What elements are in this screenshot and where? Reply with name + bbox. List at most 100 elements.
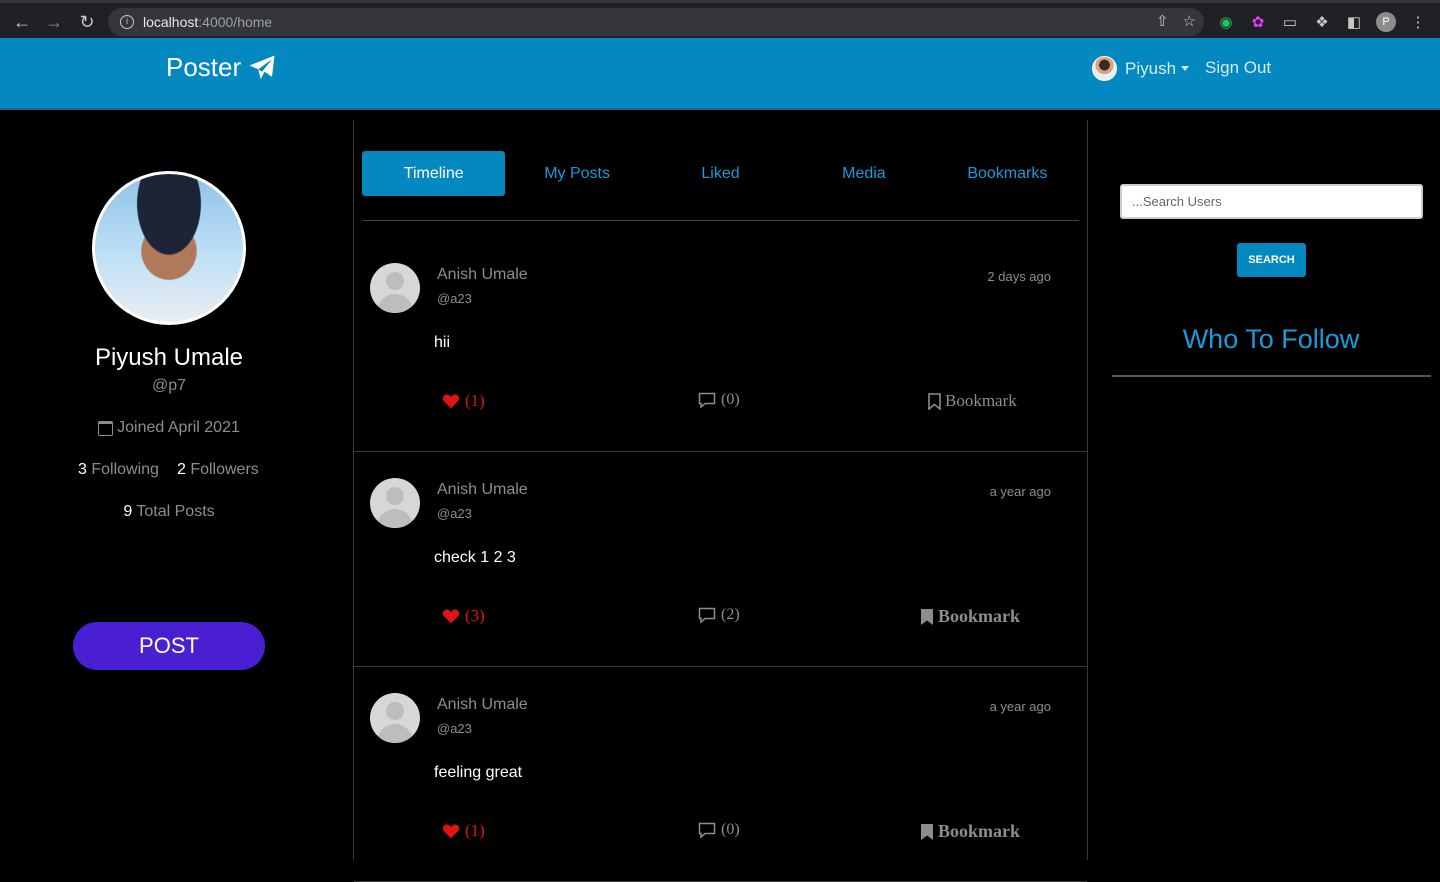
- post-handle: @a23: [437, 721, 472, 736]
- post-actions: (1) (0) Bookmark: [354, 391, 1087, 421]
- back-arrow-icon[interactable]: ←: [11, 11, 33, 33]
- forward-arrow-icon[interactable]: →: [43, 11, 65, 33]
- bookmark-outline-icon: [928, 392, 941, 410]
- like-button[interactable]: (1): [442, 391, 485, 411]
- author-avatar[interactable]: [370, 478, 420, 528]
- share-icon[interactable]: ⇧: [1156, 12, 1169, 30]
- followers-label: Followers: [190, 461, 259, 478]
- user-dropdown[interactable]: Piyush: [1092, 56, 1190, 81]
- post-content: hii: [434, 334, 451, 351]
- comment-icon: [698, 607, 716, 624]
- address-bar[interactable]: i localhost:4000/home ⇧ ☆: [108, 8, 1204, 36]
- reload-icon[interactable]: ↻: [76, 11, 98, 33]
- post-author[interactable]: Anish Umale: [437, 266, 528, 284]
- follow-stats: 3 Following 2 Followers: [78, 461, 259, 479]
- post-content: feeling great: [434, 764, 523, 781]
- feed-tabs: Timeline My Posts Liked Media Bookmarks: [362, 151, 1079, 196]
- extension-target-icon[interactable]: ◉: [1216, 12, 1236, 32]
- like-count: (1): [465, 391, 485, 410]
- post-time: 2 days ago: [987, 269, 1051, 284]
- caret-down-icon: [1181, 66, 1190, 71]
- search-button[interactable]: SEARCH: [1237, 243, 1306, 277]
- extension-cast-icon[interactable]: ▭: [1280, 12, 1300, 32]
- like-count: (3): [465, 606, 485, 625]
- tab-media[interactable]: Media: [792, 151, 935, 196]
- post-time: a year ago: [989, 484, 1051, 499]
- following-stat[interactable]: 3 Following: [78, 461, 159, 479]
- browser-menu-icon[interactable]: ⋮: [1408, 12, 1428, 32]
- right-sidebar: SEARCH Who To Follow: [1100, 112, 1440, 860]
- extension-colorwheel-icon[interactable]: ✿: [1248, 12, 1268, 32]
- post-handle: @a23: [437, 291, 472, 306]
- feed-column: Timeline My Posts Liked Media Bookmarks …: [353, 120, 1088, 882]
- tabs-divider: [362, 220, 1079, 221]
- post-card: Anish Umale @a23 a year ago check 1 2 3 …: [354, 452, 1087, 667]
- joined-text: Joined April 2021: [117, 419, 240, 436]
- bookmark-label: Bookmark: [945, 391, 1017, 410]
- extensions-puzzle-icon[interactable]: ❖: [1312, 12, 1332, 32]
- brand-logo[interactable]: Poster: [166, 52, 277, 83]
- tab-timeline[interactable]: Timeline: [362, 151, 506, 196]
- post-card: Anish Umale @a23 a year ago feeling grea…: [354, 667, 1087, 882]
- comment-button[interactable]: (0): [698, 391, 740, 409]
- site-info-icon[interactable]: i: [120, 15, 134, 29]
- bookmark-label: Bookmark: [938, 606, 1021, 626]
- post-card: Anish Umale @a23 2 days ago hii (1) (0) …: [354, 237, 1087, 452]
- bookmark-button[interactable]: Bookmark: [920, 606, 1020, 627]
- tab-my-posts[interactable]: My Posts: [505, 151, 648, 196]
- followers-stat[interactable]: 2 Followers: [177, 461, 259, 479]
- post-content: check 1 2 3: [434, 549, 516, 566]
- like-count: (1): [465, 821, 485, 840]
- following-label: Following: [91, 461, 159, 478]
- url-text: localhost:4000/home: [143, 14, 273, 30]
- side-panel-icon[interactable]: ◧: [1344, 12, 1364, 32]
- profile-photo: [92, 171, 246, 325]
- calendar-icon: [98, 420, 114, 436]
- bookmark-star-icon[interactable]: ☆: [1183, 12, 1196, 30]
- joined-date: Joined April 2021: [0, 419, 338, 437]
- comment-count: (0): [721, 391, 740, 408]
- post-button[interactable]: POST: [73, 622, 265, 670]
- bookmark-button[interactable]: Bookmark: [928, 391, 1017, 411]
- like-button[interactable]: (3): [442, 606, 485, 626]
- browser-profile-avatar[interactable]: P: [1376, 12, 1396, 32]
- bookmark-filled-icon: [921, 823, 933, 840]
- comment-button[interactable]: (0): [698, 821, 740, 839]
- app-navbar: Poster Piyush Sign Out: [0, 38, 1440, 110]
- tab-bookmarks[interactable]: Bookmarks: [936, 151, 1079, 196]
- heart-icon: [442, 394, 460, 409]
- author-avatar[interactable]: [370, 693, 420, 743]
- who-to-follow-divider: [1112, 375, 1431, 377]
- sign-out-link[interactable]: Sign Out: [1205, 58, 1271, 78]
- comment-icon: [698, 392, 716, 409]
- who-to-follow-heading: Who To Follow: [1182, 324, 1360, 354]
- comment-button[interactable]: (2): [698, 606, 740, 624]
- followers-count: 2: [176, 461, 186, 478]
- profile-name: Piyush Umale: [94, 344, 244, 371]
- post-actions: (1) (0) Bookmark: [354, 821, 1087, 851]
- tab-liked[interactable]: Liked: [649, 151, 792, 196]
- profile-handle: @p7: [151, 377, 187, 394]
- search-users-input[interactable]: [1120, 184, 1423, 219]
- bookmark-label: Bookmark: [938, 821, 1021, 841]
- like-button[interactable]: (1): [442, 821, 485, 841]
- post-handle: @a23: [437, 506, 472, 521]
- user-name: Piyush: [1125, 58, 1177, 78]
- browser-toolbar: ← → ↻ i localhost:4000/home ⇧ ☆ ◉ ✿ ▭ ❖ …: [0, 0, 1440, 38]
- total-posts-stat: 9 Total Posts: [0, 503, 338, 521]
- bookmark-button[interactable]: Bookmark: [920, 821, 1020, 842]
- post-actions: (3) (2) Bookmark: [354, 606, 1087, 636]
- total-posts-count: 9: [123, 503, 133, 520]
- post-author[interactable]: Anish Umale: [437, 481, 528, 499]
- comment-icon: [698, 822, 716, 839]
- user-avatar: [1092, 56, 1117, 81]
- comment-count: (0): [721, 821, 740, 838]
- bookmark-filled-icon: [921, 608, 933, 625]
- paper-plane-icon: [249, 55, 275, 79]
- following-count: 3: [78, 461, 87, 478]
- author-avatar[interactable]: [370, 263, 420, 313]
- total-posts-label: Total Posts: [136, 503, 215, 520]
- heart-icon: [442, 824, 460, 839]
- comment-count: (2): [721, 606, 740, 623]
- post-author[interactable]: Anish Umale: [437, 696, 528, 714]
